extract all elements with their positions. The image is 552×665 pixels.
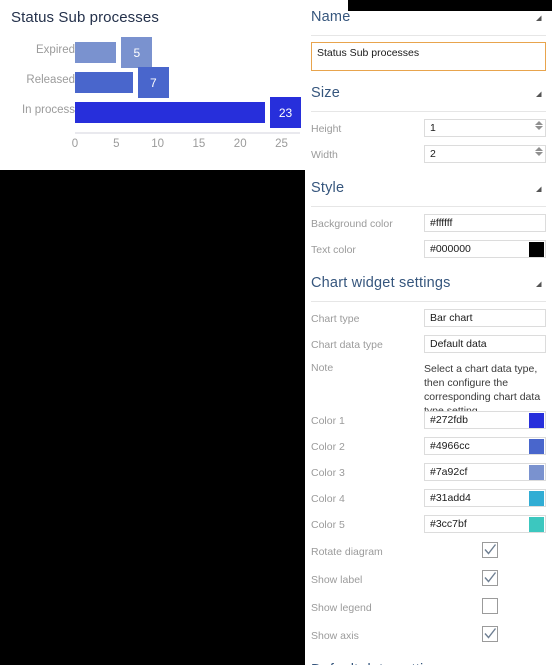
chart-axis-line [75,132,300,134]
section-header-style[interactable]: Style [311,176,546,207]
properties-panel: Name Status Sub processes Size Height 1 … [305,0,552,665]
label-chart-type: Chart type [311,313,360,325]
text-color-field[interactable]: #000000 [424,240,546,258]
row-background-color: Background color #ffffff [311,213,546,235]
label-color-2: Color 2 [311,441,345,453]
chart-bar-row: Expired 5 [0,37,305,68]
label-rotate-diagram: Rotate diagram [311,546,383,558]
label-text-color: Text color [311,244,356,256]
label-note: Note [311,362,334,374]
width-spinner-icon[interactable] [534,146,543,160]
chart-axis-tick: 5 [113,138,120,150]
chart-bar-row: Released 7 [0,67,305,98]
color-5-field[interactable]: #3cc7bf [424,515,546,533]
color-2-field[interactable]: #4966cc [424,437,546,455]
chart-axis-tick: 20 [233,138,247,150]
label-color-5: Color 5 [311,519,345,531]
chart-axis-tick: 25 [275,138,288,150]
width-stepper[interactable]: 2 [424,145,546,163]
chart-bar [75,72,133,93]
chart-data-type-field[interactable]: Default data [424,335,546,353]
label-color-4: Color 4 [311,493,345,505]
row-color-4: Color 4 #31add4 [311,488,546,510]
rotate-diagram-checkbox[interactable] [482,542,498,558]
collapse-arrow-icon[interactable] [533,89,543,99]
section-title-style: Style [311,180,345,196]
chart-x-axis: 0 5 10 15 20 25 [71,138,305,158]
row-note: Note Select a chart data type, then conf… [311,362,546,417]
row-chart-type: Chart type Bar chart [311,308,546,330]
color-3-swatch[interactable] [529,465,544,480]
color-2-swatch[interactable] [529,439,544,454]
row-color-3: Color 3 #7a92cf [311,462,546,484]
label-show-label: Show label [311,574,363,586]
color-rows: Color 1 #272fdb Color 2 #4966cc Color 3 #7a92… [305,410,552,536]
section-title-name: Name [311,9,351,25]
label-color-1: Color 1 [311,415,345,427]
color-1-swatch[interactable] [529,413,544,428]
row-width: Width 2 [311,144,546,166]
collapse-arrow-icon[interactable] [533,184,543,194]
checkbox-rows: Rotate diagram Show label Show legend Show … [305,542,552,648]
section-title-size: Size [311,85,341,101]
chart-bar [75,102,265,123]
chart-bar [75,42,117,63]
color-1-field[interactable]: #272fdb [424,411,546,429]
chart-bar-value-label: 5 [121,37,153,68]
show-axis-checkbox[interactable] [482,626,498,642]
label-chart-data-type: Chart data type [311,339,383,351]
chart-plot-area: Expired 5 Released 7 In process 23 [0,37,305,132]
height-stepper[interactable]: 1 [424,119,546,137]
row-rotate-diagram: Rotate diagram [311,542,546,564]
row-text-color: Text color #000000 [311,239,546,261]
row-chart-data-type: Chart data type Default data [311,334,546,356]
chart-widget[interactable]: Status Sub processes Expired 5 Released 7 In… [0,0,305,170]
chart-category-label: Released [26,74,75,86]
name-input[interactable]: Status Sub processes [311,42,546,71]
chart-type-field[interactable]: Bar chart [424,309,546,327]
chart-bar-value-label: 7 [137,67,169,98]
label-show-legend: Show legend [311,602,372,614]
label-height: Height [311,123,342,135]
label-background-color: Background color [311,218,393,230]
background-color-field[interactable]: #ffffff [424,214,546,232]
row-show-legend: Show legend [311,598,546,620]
show-legend-checkbox[interactable] [482,598,498,614]
height-spinner-icon[interactable] [534,120,543,134]
row-color-5: Color 5 #3cc7bf [311,514,546,536]
label-width: Width [311,149,338,161]
color-3-field[interactable]: #7a92cf [424,463,546,481]
row-height: Height 1 [311,118,546,140]
show-label-checkbox[interactable] [482,570,498,586]
text-color-swatch[interactable] [529,242,544,257]
row-color-1: Color 1 #272fdb [311,410,546,432]
row-show-label: Show label [311,570,546,592]
collapse-arrow-icon[interactable] [533,13,543,23]
collapse-arrow-icon[interactable] [533,279,543,289]
color-4-field[interactable]: #31add4 [424,489,546,507]
section-header-default-data-settings[interactable]: Default data settings [311,658,546,665]
color-5-swatch[interactable] [529,517,544,532]
chart-bar-row: In process 23 [0,97,305,128]
row-show-axis: Show axis [311,626,546,648]
section-header-chart-widget-settings[interactable]: Chart widget settings [311,271,546,302]
chart-title: Status Sub processes [11,9,159,26]
row-color-2: Color 2 #4966cc [311,436,546,458]
section-title-chart-widget-settings: Chart widget settings [311,275,451,291]
chart-axis-tick: 10 [151,138,164,150]
chart-bar-value-label: 23 [270,97,301,128]
label-color-3: Color 3 [311,467,345,479]
window-titlebar-strip [348,0,552,11]
color-4-swatch[interactable] [529,491,544,506]
chart-axis-tick: 15 [192,138,206,150]
chart-category-label: Expired [36,44,75,56]
section-header-size[interactable]: Size [311,81,546,112]
label-show-axis: Show axis [311,630,359,642]
chart-category-label: In process [21,104,75,116]
chart-axis-tick: 0 [71,138,79,150]
